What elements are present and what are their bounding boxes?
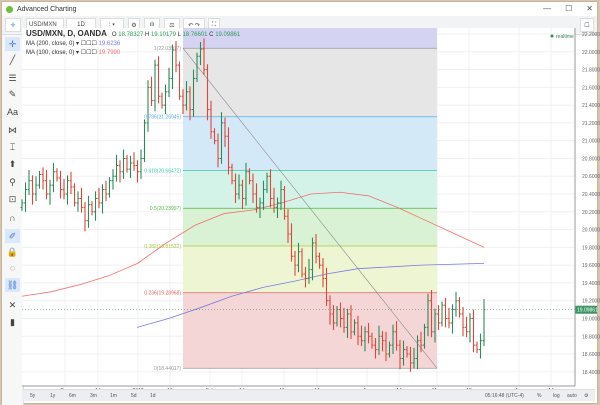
price-chart[interactable]: 22.20000 22.00000 21.80000 21.60000 21.40000… — [0, 0, 600, 405]
fib-band — [183, 292, 437, 369]
y-tick-label: 21.20000 — [582, 121, 600, 127]
range-button-5d[interactable]: 5d — [131, 393, 137, 399]
fib-price: 20.23997 — [158, 206, 179, 212]
range-button-6m[interactable]: 6m — [69, 393, 76, 399]
last-price-value: 19.09861 — [577, 308, 598, 314]
fib-band — [183, 48, 437, 117]
y-tick-label: 19.60000 — [582, 263, 600, 269]
y-tick-label: 18.60000 — [582, 352, 600, 358]
close-label: C — [209, 32, 214, 38]
fib-price: 20.66472 — [158, 168, 179, 174]
low-label: L — [177, 32, 181, 38]
clock-readout: 05:16:48 (UTC-4) — [485, 393, 524, 399]
fib-ratio: 0.236 — [144, 291, 157, 297]
log-toggle[interactable]: log — [553, 393, 560, 399]
ma100-value: 19.7990 — [98, 50, 121, 56]
y-tick-label: 21.40000 — [582, 103, 600, 109]
high-label: H — [144, 32, 150, 38]
fib-price: 18.44017 — [158, 366, 179, 372]
percent-toggle[interactable]: % — [537, 393, 541, 399]
fib-level-label: 0(18.44017) — [154, 366, 181, 372]
realtime-dot-icon — [550, 34, 554, 38]
y-tick-label: 19.00000 — [582, 316, 600, 322]
realtime-label: realtime — [556, 34, 574, 40]
fib-price: 21.26945 — [158, 115, 179, 121]
fib-price: 19.28968 — [158, 291, 179, 297]
fib-ratio: 0.618 — [144, 168, 157, 174]
y-tick-label: 19.20000 — [582, 299, 600, 305]
range-button-1m[interactable]: 1m — [110, 393, 117, 399]
ma100-label[interactable]: MA (100, close, 0) — [26, 50, 74, 56]
auto-scale-toggle[interactable]: auto — [567, 393, 577, 399]
fib-level-label: 0.5(20.23997) — [150, 206, 181, 212]
ma200-label[interactable]: MA (200, close, 0) — [26, 41, 74, 47]
legend-symbol: USD/MXN, D, OANDA — [26, 29, 107, 38]
chart-legend: USD/MXN, D, OANDA O 18.78327 H 19.10179 … — [26, 29, 241, 56]
fib-ratio: 0.382 — [144, 244, 157, 250]
y-tick-label: 18.80000 — [582, 334, 600, 340]
y-tick-label: 21.00000 — [582, 139, 600, 145]
y-tick-label: 18.40000 — [582, 370, 600, 376]
fib-price: 19.81522 — [158, 244, 179, 250]
y-tick-label: 22.20000 — [582, 32, 600, 38]
bottom-bar: 5y 1y 6m 3m 1m 5d 1d 05:16:48 (UTC-4)% log auto ⚙ — [22, 389, 595, 401]
y-tick-label: 19.80000 — [582, 245, 600, 251]
y-tick-label: 20.00000 — [582, 228, 600, 234]
fib-level-label: 0.236(19.28968) — [144, 291, 181, 297]
high-value: 19.10179 — [150, 32, 176, 38]
open-value: 18.78327 — [118, 32, 144, 38]
axis-settings-icon[interactable]: ⚙ — [584, 393, 588, 399]
fib-level-label: 0.618(20.66472) — [144, 168, 181, 174]
range-button-1d[interactable]: 1d — [150, 393, 156, 399]
fib-level-label: 0.786(21.26945) — [144, 115, 181, 121]
y-tick-label: 21.60000 — [582, 85, 600, 91]
open-label: O — [111, 32, 117, 38]
y-tick-label: 20.40000 — [582, 192, 600, 198]
y-tick-label: 20.20000 — [582, 210, 600, 216]
y-tick-label: 19.40000 — [582, 281, 600, 287]
y-tick-label: 22.00000 — [582, 50, 600, 56]
fib-band — [183, 208, 437, 247]
range-button-3m[interactable]: 3m — [90, 393, 97, 399]
y-tick-label: 21.80000 — [582, 68, 600, 74]
fib-ratio: 0.786 — [144, 115, 157, 121]
range-button-5y[interactable]: 5y — [30, 393, 35, 399]
low-value: 18.76601 — [182, 32, 208, 38]
range-button-1y[interactable]: 1y — [50, 393, 55, 399]
fib-level-label: 0.382(19.81522) — [144, 244, 181, 250]
ma200-value: 19.6236 — [98, 41, 121, 47]
close-value: 19.09861 — [215, 32, 241, 38]
fib-band — [183, 170, 437, 209]
y-tick-label: 20.80000 — [582, 156, 600, 162]
y-tick-label: 20.60000 — [582, 174, 600, 180]
